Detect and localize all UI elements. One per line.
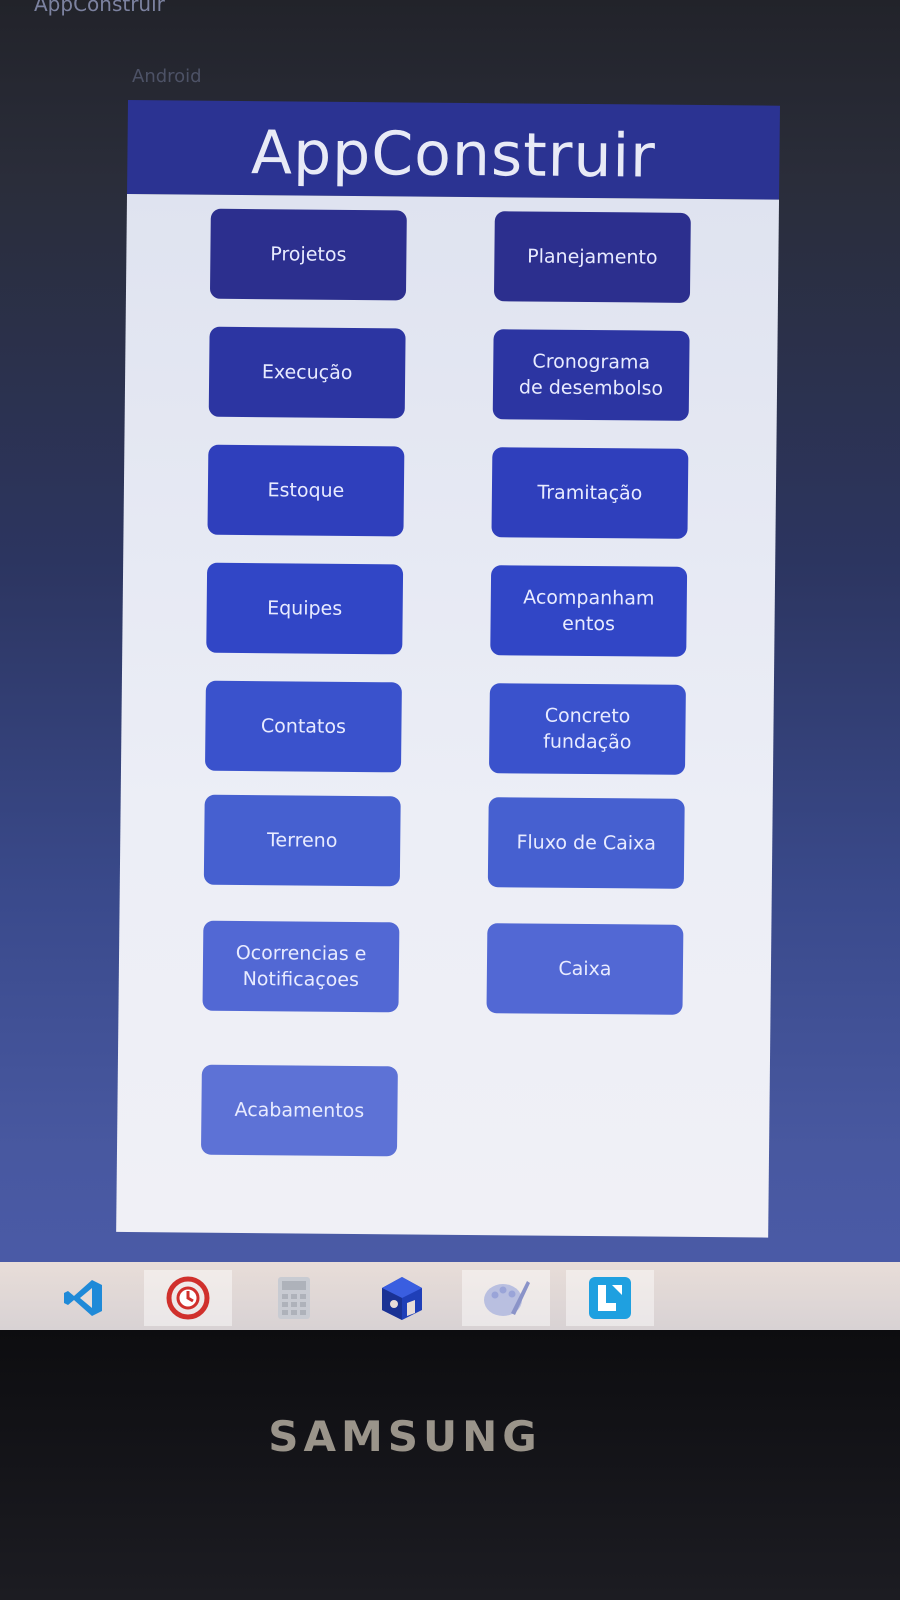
button-contatos[interactable]: Contatos — [204, 680, 402, 773]
restore-icon[interactable] — [144, 1270, 232, 1326]
button-tramitacao[interactable]: Tramitação — [491, 447, 689, 539]
button-ocorrencias-notificacoes[interactable]: Ocorrencias e Notificaçoes — [202, 920, 400, 1013]
calculator-icon[interactable] — [250, 1270, 338, 1326]
button-equipes[interactable]: Equipes — [206, 562, 404, 655]
button-cronograma-desembolso[interactable]: Cronograma de desembolso — [492, 329, 690, 421]
emulator-phone: AppConstruir Projetos Execução Estoque E… — [116, 100, 780, 1238]
button-fluxo-de-caixa[interactable]: Fluxo de Caixa — [487, 797, 685, 889]
button-acabamentos[interactable]: Acabamentos — [200, 1064, 398, 1157]
app-title: AppConstruir — [250, 118, 657, 192]
monitor-screen: AppConstruir Android AppConstruir Projet… — [0, 0, 900, 1330]
taskbar — [0, 1262, 900, 1330]
button-execucao[interactable]: Execução — [208, 326, 406, 419]
monitor-brand-logo: SAMSUNG — [268, 1412, 542, 1461]
button-acompanhamentos[interactable]: Acompanham entos — [490, 565, 688, 657]
monitor-bezel — [0, 1330, 900, 1600]
paint-icon[interactable] — [462, 1270, 550, 1326]
button-caixa[interactable]: Caixa — [486, 923, 684, 1015]
button-terreno[interactable]: Terreno — [203, 794, 401, 887]
window-title: AppConstruir — [34, 0, 165, 16]
button-planejamento[interactable]: Planejamento — [493, 211, 691, 303]
cube-app-icon[interactable] — [358, 1270, 446, 1326]
blue-app-icon[interactable] — [566, 1270, 654, 1326]
button-estoque[interactable]: Estoque — [207, 444, 405, 537]
vscode-icon[interactable] — [40, 1270, 128, 1326]
device-label: Android — [132, 66, 202, 87]
button-concreto-fundacao[interactable]: Concreto fundação — [488, 683, 686, 775]
app-body: Projetos Execução Estoque Equipes Contat… — [116, 193, 780, 1238]
button-projetos[interactable]: Projetos — [209, 208, 407, 301]
app-header: AppConstruir — [127, 100, 780, 200]
